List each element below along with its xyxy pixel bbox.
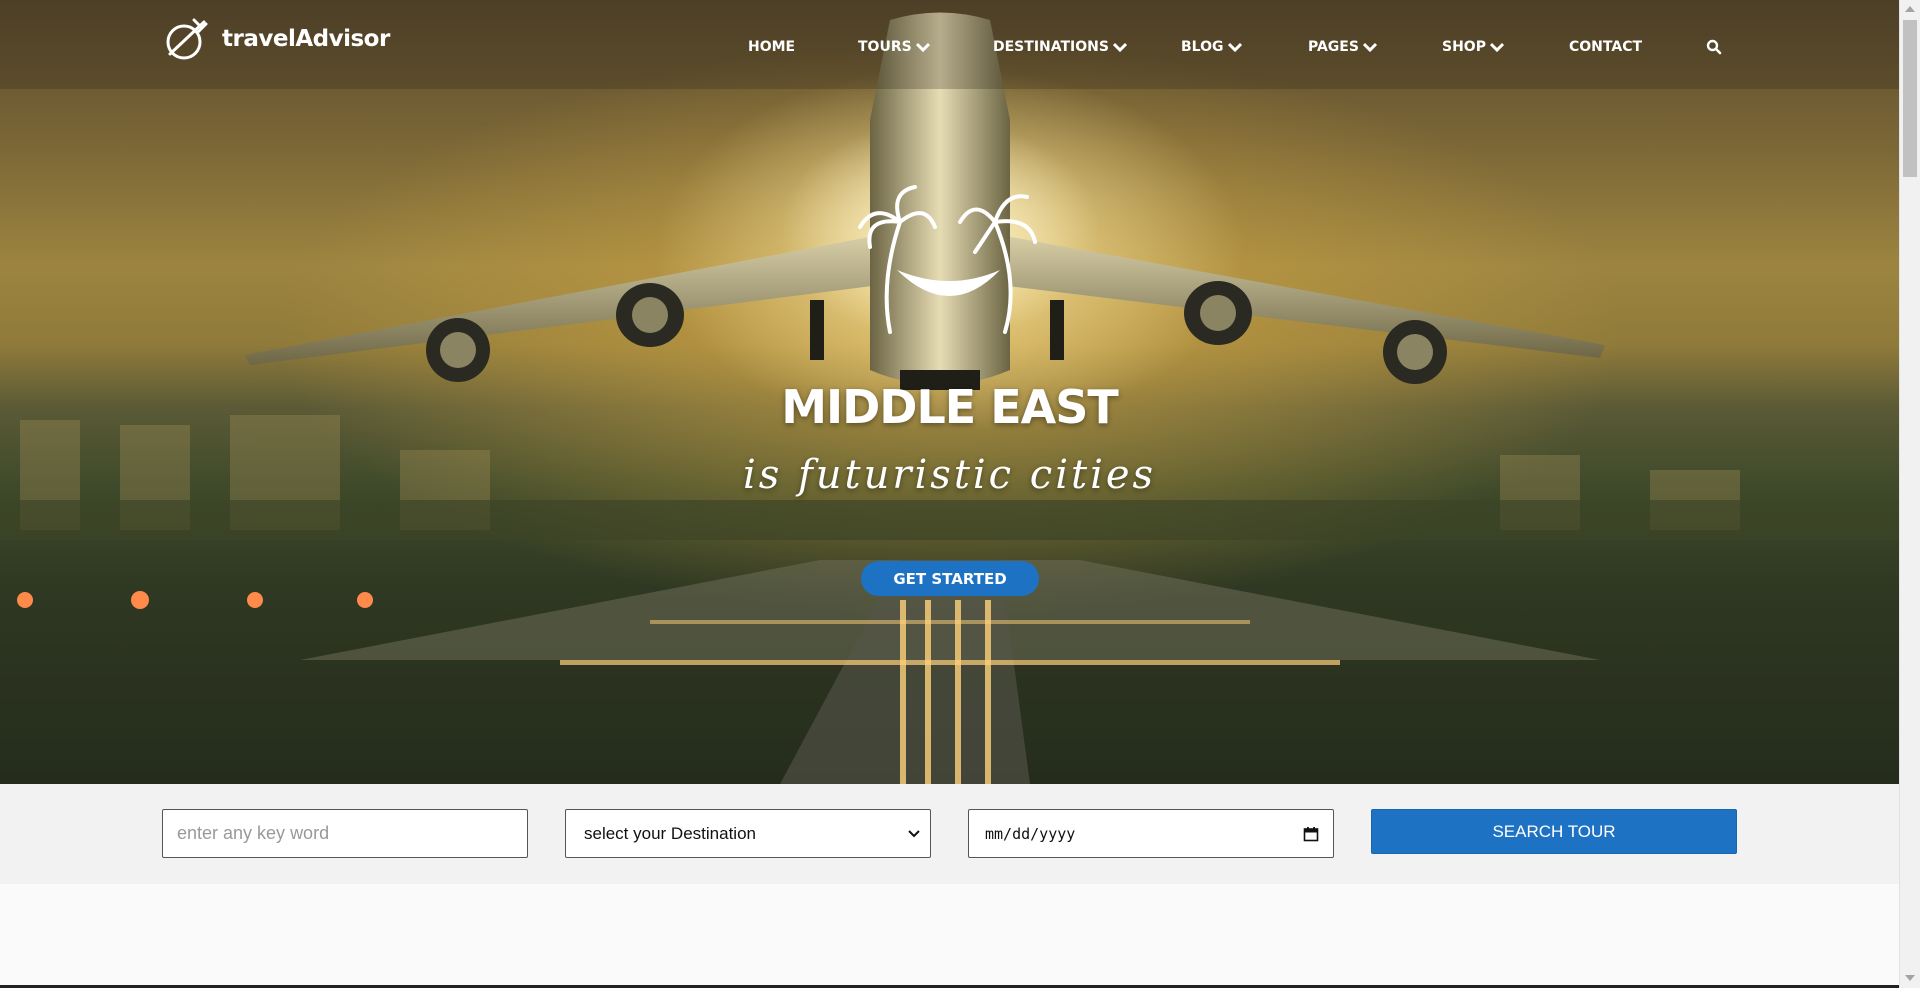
- top-navigation-bar: travelAdvisor HOME TOURS DESTINATIONS BL…: [0, 0, 1899, 89]
- nav-home-label: HOME: [748, 39, 796, 55]
- chevron-down-icon: [1362, 42, 1377, 52]
- scroll-up-arrow-icon[interactable]: [1905, 6, 1915, 12]
- calendar-icon[interactable]: [1303, 826, 1319, 842]
- nav-shop-label: SHOP: [1442, 39, 1486, 55]
- destination-selected-value: select your Destination: [584, 823, 756, 843]
- keyword-placeholder: enter any key word: [177, 823, 330, 843]
- hero-subtitle: is futuristic cities: [742, 452, 1157, 498]
- nav-destinations-label: DESTINATIONS: [993, 39, 1109, 55]
- hero-banner: travelAdvisor HOME TOURS DESTINATIONS BL…: [0, 0, 1899, 784]
- nav-pages-label: PAGES: [1308, 39, 1359, 55]
- nav-contact-label: CONTACT: [1569, 39, 1643, 55]
- brand-logo[interactable]: travelAdvisor: [164, 18, 390, 60]
- hero-title: MIDDLE EAST: [781, 380, 1119, 434]
- get-started-button[interactable]: GET STARTED: [861, 561, 1039, 596]
- nav-pages[interactable]: PAGES: [1308, 39, 1377, 55]
- scrollbar-thumb[interactable]: [1903, 20, 1917, 177]
- chevron-down-icon: [908, 829, 920, 837]
- nav-tours-label: TOURS: [858, 39, 912, 55]
- header-search-button[interactable]: [1706, 39, 1722, 60]
- chevron-down-icon: [1489, 42, 1504, 52]
- palm-trees-hammock-icon: [858, 185, 1037, 334]
- keyword-input[interactable]: enter any key word: [162, 809, 528, 858]
- date-input[interactable]: mm/dd/yyyy: [968, 809, 1334, 858]
- nav-home[interactable]: HOME: [748, 39, 795, 55]
- search-tour-button[interactable]: SEARCH TOUR: [1371, 809, 1737, 854]
- nav-shop[interactable]: SHOP: [1442, 39, 1504, 55]
- chevron-down-icon: [1112, 42, 1127, 52]
- plane-globe-logo-icon: [166, 18, 208, 60]
- chevron-down-icon: [915, 42, 930, 52]
- search-icon: [1706, 39, 1722, 55]
- chevron-down-icon: [1227, 42, 1242, 52]
- scroll-down-arrow-icon[interactable]: [1905, 975, 1915, 981]
- nav-destinations[interactable]: DESTINATIONS: [993, 39, 1127, 55]
- destination-select[interactable]: select your Destination: [565, 809, 931, 858]
- date-placeholder: mm/dd/yyyy: [985, 824, 1076, 843]
- brand-name: travelAdvisor: [222, 26, 390, 52]
- nav-blog-label: BLOG: [1181, 39, 1224, 55]
- nav-tours[interactable]: TOURS: [858, 39, 930, 55]
- vertical-scrollbar[interactable]: [1899, 0, 1920, 988]
- nav-blog[interactable]: BLOG: [1181, 39, 1242, 55]
- nav-contact[interactable]: CONTACT: [1569, 39, 1642, 55]
